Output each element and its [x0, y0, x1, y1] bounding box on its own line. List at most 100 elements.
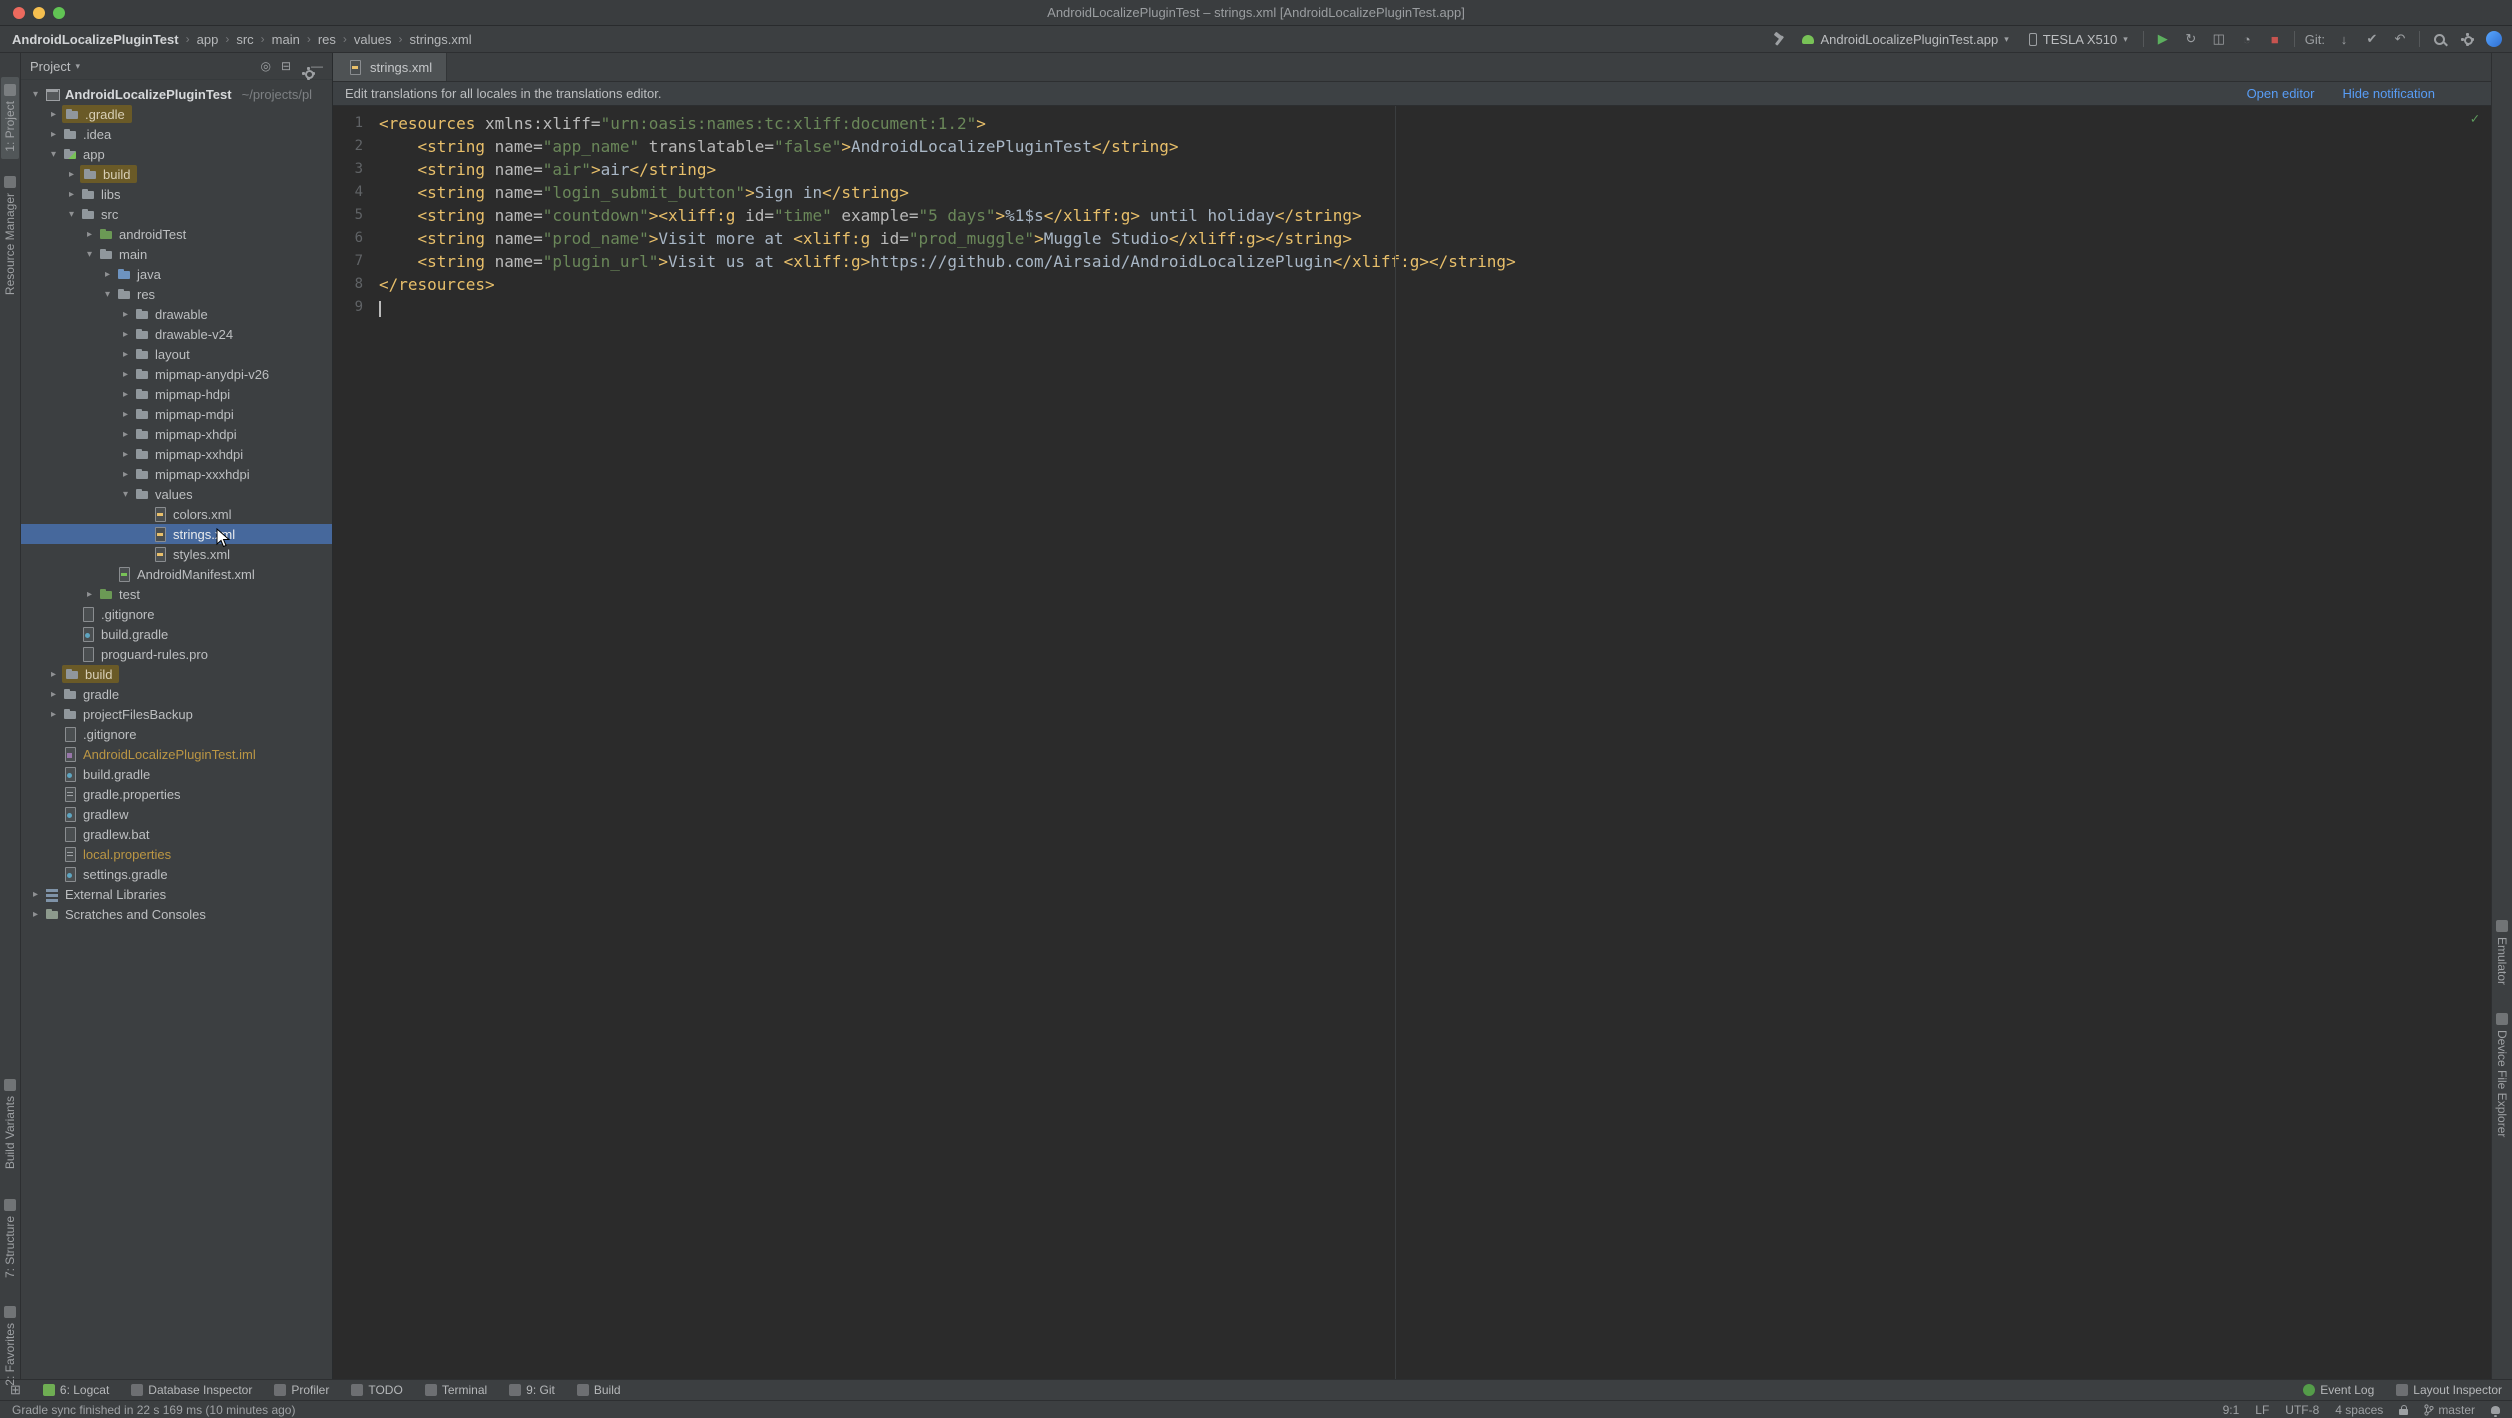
- tree-toggle-icon[interactable]: ▸: [117, 449, 134, 460]
- tree-item-src[interactable]: ▾src: [21, 204, 332, 224]
- tree-item-mipmap-xxhdpi[interactable]: ▸mipmap-xxhdpi: [21, 444, 332, 464]
- tree-item-projectfilesbackup[interactable]: ▸projectFilesBackup: [21, 704, 332, 724]
- tree-item-res[interactable]: ▾res: [21, 284, 332, 304]
- collapse-all-icon[interactable]: [281, 59, 291, 73]
- tree-item-test[interactable]: ▸test: [21, 584, 332, 604]
- code-editor[interactable]: 1<resources xmlns:xliff="urn:oasis:names…: [333, 106, 2491, 1379]
- select-opened-file-icon[interactable]: [260, 59, 270, 73]
- tree-item-scratches-and-consoles[interactable]: ▸Scratches and Consoles: [21, 904, 332, 924]
- run-configuration-dropdown[interactable]: AndroidLocalizePluginTest.app ▾: [1797, 30, 2013, 49]
- tree-item-local-properties[interactable]: local.properties: [21, 844, 332, 864]
- line-number[interactable]: 3: [333, 158, 379, 181]
- tree-toggle-icon[interactable]: ▸: [117, 469, 134, 480]
- rollback-button[interactable]: ↶: [2391, 30, 2409, 48]
- tree-item-proguard-rules-pro[interactable]: proguard-rules.pro: [21, 644, 332, 664]
- tree-item-styles-xml[interactable]: styles.xml: [21, 544, 332, 564]
- tree-toggle-icon[interactable]: ▾: [45, 149, 62, 160]
- tree-toggle-icon[interactable]: ▸: [117, 369, 134, 380]
- tree-item-drawable[interactable]: ▸drawable: [21, 304, 332, 324]
- tree-toggle-icon[interactable]: ▸: [99, 269, 116, 280]
- indent-style[interactable]: 4 spaces: [2335, 1403, 2383, 1417]
- tree-item-mipmap-xxxhdpi[interactable]: ▸mipmap-xxxhdpi: [21, 464, 332, 484]
- tree-toggle-icon[interactable]: ▸: [45, 129, 62, 140]
- tree-item-java[interactable]: ▸java: [21, 264, 332, 284]
- tree-toggle-icon[interactable]: ▸: [45, 689, 62, 700]
- user-avatar[interactable]: [2486, 31, 2502, 47]
- device-dropdown[interactable]: TESLA X510 ▾: [2024, 30, 2133, 49]
- tree-toggle-icon[interactable]: ▸: [63, 189, 80, 200]
- run-button[interactable]: ▶: [2154, 30, 2172, 48]
- tree-item-build[interactable]: ▸build: [21, 164, 332, 184]
- code-line-5[interactable]: 5 <string name="countdown"><xliff:g id="…: [333, 204, 2491, 227]
- tree-toggle-icon[interactable]: ▸: [45, 709, 62, 720]
- tool-button-emulator[interactable]: Emulator: [2493, 913, 2511, 992]
- tree-item-androidlocalizeplugintest-iml[interactable]: AndroidLocalizePluginTest.iml: [21, 744, 332, 764]
- notifications-toggle[interactable]: [2491, 1406, 2500, 1414]
- breadcrumb-item-strings-xml[interactable]: strings.xml: [407, 31, 473, 48]
- tree-toggle-icon[interactable]: ▾: [27, 89, 44, 100]
- tree-item-strings-xml[interactable]: strings.xml: [21, 524, 332, 544]
- tree-item-mipmap-hdpi[interactable]: ▸mipmap-hdpi: [21, 384, 332, 404]
- breadcrumb-item-res[interactable]: res: [316, 31, 338, 48]
- caret-position[interactable]: 9:1: [2223, 1403, 2240, 1417]
- build-hammer-button[interactable]: [1769, 30, 1787, 48]
- tree-item-libs[interactable]: ▸libs: [21, 184, 332, 204]
- tree-item-gradle[interactable]: ▸.gradle: [21, 104, 332, 124]
- tree-toggle-icon[interactable]: ▾: [117, 489, 134, 500]
- tool-window-button-6-logcat[interactable]: 6: Logcat: [43, 1383, 109, 1397]
- tool-window-button-todo[interactable]: TODO: [351, 1383, 402, 1397]
- search-everywhere-button[interactable]: [2430, 30, 2448, 48]
- line-number[interactable]: 9: [333, 296, 379, 319]
- readonly-toggle[interactable]: [2399, 1405, 2408, 1415]
- tree-toggle-icon[interactable]: ▸: [117, 429, 134, 440]
- tree-item-gradlew-bat[interactable]: gradlew.bat: [21, 824, 332, 844]
- tree-item-mipmap-mdpi[interactable]: ▸mipmap-mdpi: [21, 404, 332, 424]
- tool-window-button-event-log[interactable]: Event Log: [2303, 1383, 2374, 1397]
- tree-item-build-gradle[interactable]: build.gradle: [21, 624, 332, 644]
- tree-toggle-icon[interactable]: ▸: [45, 109, 62, 120]
- hide-notification-link[interactable]: Hide notification: [2343, 86, 2436, 101]
- project-panel-title[interactable]: Project: [30, 59, 70, 74]
- line-number[interactable]: 2: [333, 135, 379, 158]
- tree-toggle-icon[interactable]: ▸: [27, 909, 44, 920]
- tree-item-build[interactable]: ▸build: [21, 664, 332, 684]
- breadcrumb-item-main[interactable]: main: [270, 31, 302, 48]
- tree-item-gradle-properties[interactable]: gradle.properties: [21, 784, 332, 804]
- update-project-button[interactable]: ↓: [2335, 30, 2353, 48]
- tree-item-mipmap-xhdpi[interactable]: ▸mipmap-xhdpi: [21, 424, 332, 444]
- line-separator[interactable]: LF: [2255, 1403, 2269, 1417]
- tree-toggle-icon[interactable]: ▸: [63, 169, 80, 180]
- code-line-3[interactable]: 3 <string name="air">air</string>: [333, 158, 2491, 181]
- tree-item-build-gradle[interactable]: build.gradle: [21, 764, 332, 784]
- minimize-window-button[interactable]: [33, 7, 45, 19]
- tree-item-values[interactable]: ▾values: [21, 484, 332, 504]
- open-editor-link[interactable]: Open editor: [2247, 86, 2315, 101]
- tool-window-button-9-git[interactable]: 9: Git: [509, 1383, 555, 1397]
- tool-window-button-database-inspector[interactable]: Database Inspector: [131, 1383, 252, 1397]
- settings-button[interactable]: [2458, 30, 2476, 48]
- tool-button-resource-manager[interactable]: Resource Manager: [1, 169, 19, 302]
- tree-item-mipmap-anydpi-v26[interactable]: ▸mipmap-anydpi-v26: [21, 364, 332, 384]
- tree-item-androidtest[interactable]: ▸androidTest: [21, 224, 332, 244]
- tree-toggle-icon[interactable]: ▸: [117, 389, 134, 400]
- breadcrumb-item-androidlocalizeplugintest[interactable]: AndroidLocalizePluginTest: [10, 31, 181, 48]
- tree-item-gradle[interactable]: ▸gradle: [21, 684, 332, 704]
- tree-toggle-icon[interactable]: ▸: [117, 409, 134, 420]
- tool-window-button-build[interactable]: Build: [577, 1383, 621, 1397]
- stop-button[interactable]: ■: [2266, 30, 2284, 48]
- status-message[interactable]: Gradle sync finished in 22 s 169 ms (10 …: [12, 1403, 295, 1417]
- line-number[interactable]: 4: [333, 181, 379, 204]
- tool-button-7-structure[interactable]: 7: Structure: [1, 1192, 19, 1285]
- code-line-1[interactable]: 1<resources xmlns:xliff="urn:oasis:names…: [333, 112, 2491, 135]
- profile-app-button[interactable]: ◔: [2238, 30, 2256, 48]
- tree-item-idea[interactable]: ▸.idea: [21, 124, 332, 144]
- tree-toggle-icon[interactable]: ▾: [99, 289, 116, 300]
- tool-button-build-variants[interactable]: Build Variants: [1, 1072, 19, 1176]
- tree-toggle-icon[interactable]: ▾: [81, 249, 98, 260]
- breadcrumb-item-app[interactable]: app: [195, 31, 221, 48]
- code-line-7[interactable]: 7 <string name="plugin_url">Visit us at …: [333, 250, 2491, 273]
- close-window-button[interactable]: [13, 7, 25, 19]
- line-number[interactable]: 6: [333, 227, 379, 250]
- inspections-ok-icon[interactable]: [2471, 111, 2479, 127]
- tree-toggle-icon[interactable]: ▾: [63, 209, 80, 220]
